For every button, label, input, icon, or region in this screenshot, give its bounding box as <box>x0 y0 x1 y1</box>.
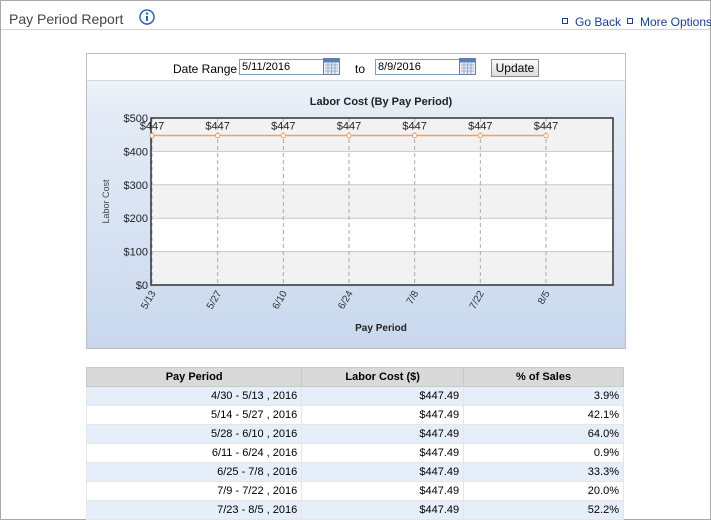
info-icon[interactable] <box>139 9 155 25</box>
table-cell: 0.9% <box>463 443 624 463</box>
table-cell: $447.49 <box>301 481 465 501</box>
more-options-link[interactable]: More Options <box>627 15 711 29</box>
chart-panel: Date Range : to Update Labor Cost (By Pa… <box>86 53 626 349</box>
data-point <box>214 132 221 139</box>
page-title: Pay Period Report <box>9 11 124 27</box>
bullet-icon <box>562 18 568 24</box>
table-cell: 3.9% <box>463 386 624 406</box>
table-cell: 6/11 - 6/24 , 2016 <box>85 443 303 463</box>
grid-band <box>151 184 613 219</box>
data-point <box>411 132 418 139</box>
data-label: $447 <box>205 121 229 133</box>
table-row: 7/23 - 8/5 , 2016 $447.49 52.2% <box>85 500 624 520</box>
table-row: 7/9 - 7/22 , 2016 $447.49 20.0% <box>85 481 624 501</box>
column-header: Labor Cost ($) <box>301 367 465 387</box>
y-tick-label: $300 <box>124 180 148 192</box>
column-header: Pay Period <box>85 367 303 387</box>
table-cell: $447.49 <box>301 462 465 482</box>
table-cell: 52.2% <box>463 500 624 520</box>
table-cell: 5/28 - 6/10 , 2016 <box>85 424 303 444</box>
chart-title: Labor Cost (By Pay Period) <box>310 96 453 108</box>
y-tick-label: $400 <box>124 146 148 158</box>
table-cell: $447.49 <box>301 386 465 406</box>
grid-band <box>151 251 613 285</box>
y-tick-label: $100 <box>124 247 148 259</box>
data-label: $447 <box>534 121 558 133</box>
x-tick-label: 5/13 <box>139 289 158 312</box>
table-cell: 20.0% <box>463 481 624 501</box>
table-cell: $447.49 <box>301 500 465 520</box>
table-cell: $447.49 <box>301 405 465 425</box>
data-point <box>149 132 155 139</box>
table-cell: 42.1% <box>463 405 624 425</box>
date-range-label: Date Range : <box>173 62 244 76</box>
table-row: 5/14 - 5/27 , 2016 $447.49 42.1% <box>85 405 624 425</box>
table-cell: 64.0% <box>463 424 624 444</box>
to-label: to <box>355 62 366 76</box>
table-body: 4/30 - 5/13 , 2016 $447.49 3.9% 5/14 - 5/27… <box>85 386 624 520</box>
data-label: $447 <box>402 121 426 133</box>
end-date-input[interactable] <box>375 59 461 75</box>
x-tick-label: 6/10 <box>271 289 290 312</box>
table-cell: 7/23 - 8/5 , 2016 <box>85 500 303 520</box>
page-header: Pay Period Report Go Back More Options <box>1 1 711 30</box>
data-label: $447 <box>468 121 492 133</box>
table-cell: $447.49 <box>301 443 465 463</box>
x-tick-label: 7/8 <box>405 289 422 307</box>
table-row: 6/11 - 6/24 , 2016 $447.49 0.9% <box>85 443 624 463</box>
table-row: 4/30 - 5/13 , 2016 $447.49 3.9% <box>85 386 624 406</box>
x-tick-label: 8/5 <box>536 289 553 307</box>
table-cell: $447.49 <box>301 424 465 444</box>
report-window: Pay Period Report Go Back More Options D… <box>0 0 711 520</box>
data-point <box>543 132 549 139</box>
y-tick-label: $200 <box>124 213 148 225</box>
data-label: $447 <box>140 121 164 133</box>
data-point <box>280 132 287 139</box>
table-row: 5/28 - 6/10 , 2016 $447.49 64.0% <box>85 424 624 444</box>
table-cell: 7/9 - 7/22 , 2016 <box>85 481 303 501</box>
start-date-input[interactable] <box>239 59 325 75</box>
pay-period-table: Pay Period Labor Cost ($)% of Sales 4/30 … <box>85 367 624 520</box>
labor-cost-chart: Labor Cost (By Pay Period) $0 $100 $200 $300… <box>101 96 614 334</box>
data-point <box>477 132 484 139</box>
x-tick-label: 6/24 <box>336 289 355 312</box>
go-back-link[interactable]: Go Back <box>562 15 621 29</box>
table-row: 6/25 - 7/8 , 2016 $447.49 33.3% <box>85 462 624 482</box>
data-label: $447 <box>337 121 361 133</box>
data-label: $447 <box>271 121 295 133</box>
table-cell: 5/14 - 5/27 , 2016 <box>85 405 303 425</box>
table-cell: 6/25 - 7/8 , 2016 <box>85 462 303 482</box>
x-tick-label: 5/27 <box>205 289 224 312</box>
column-header: % of Sales <box>463 367 624 387</box>
table-cell: 33.3% <box>463 462 624 482</box>
bullet-icon <box>627 18 633 24</box>
x-tick-label: 7/22 <box>468 289 487 312</box>
data-point <box>346 132 352 139</box>
date-range-row: Date Range : to Update <box>87 54 625 81</box>
update-button[interactable]: Update <box>491 59 539 77</box>
table-cell: 4/30 - 5/13 , 2016 <box>85 386 303 406</box>
calendar-icon[interactable] <box>323 58 340 75</box>
x-axis-label: Pay Period <box>355 323 407 334</box>
calendar-icon[interactable] <box>459 58 476 75</box>
table-header-row: Pay Period Labor Cost ($)% of Sales <box>85 367 624 387</box>
y-axis-label: Labor Cost <box>101 179 111 224</box>
y-tick-label: $0 <box>136 280 148 292</box>
